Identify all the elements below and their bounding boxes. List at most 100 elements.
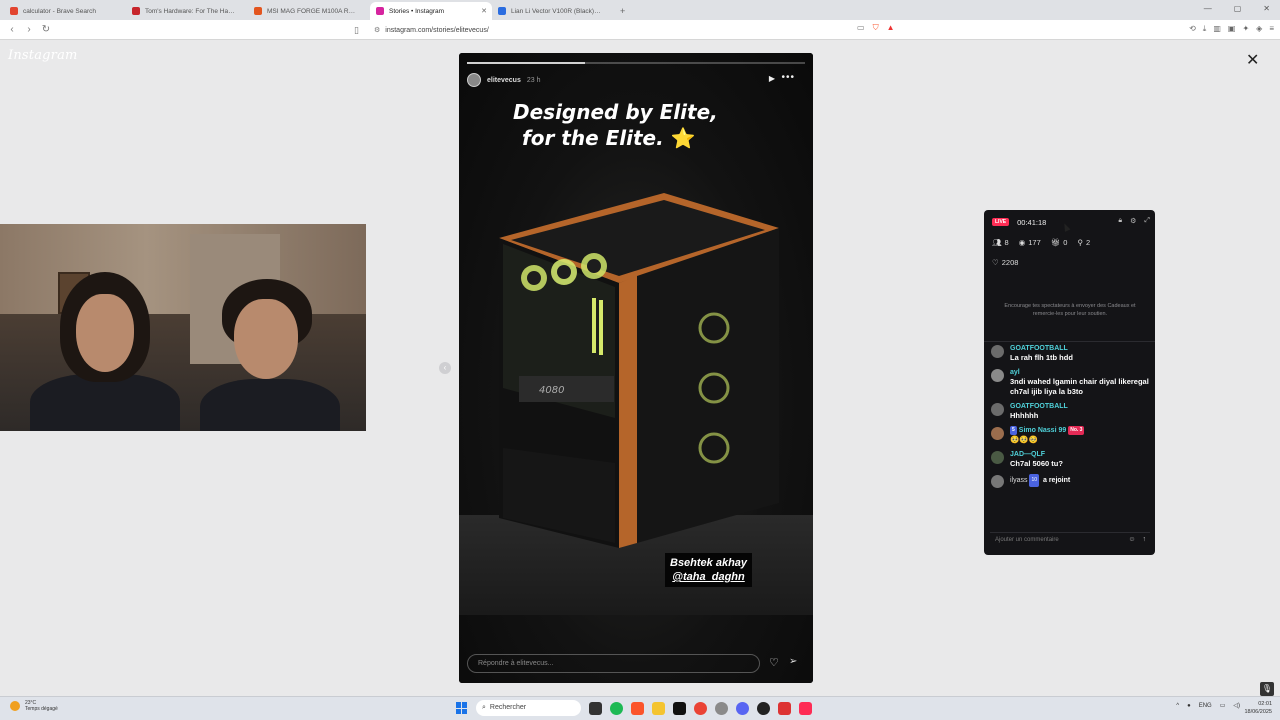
wallet-icon[interactable]: ▣ (1228, 24, 1236, 34)
leo-icon[interactable]: ✦ (1242, 24, 1249, 34)
rank-badge: No. 3 (1068, 426, 1085, 435)
network-icon[interactable]: ▭ (1220, 702, 1226, 709)
spotify-icon[interactable] (610, 701, 623, 715)
chat-username[interactable]: JAD—QLF (1010, 450, 1151, 459)
story-username[interactable]: elitevecus (487, 77, 521, 84)
obs-icon[interactable] (757, 701, 770, 715)
level-badge: 5 (1010, 426, 1017, 435)
avatar[interactable] (991, 475, 1004, 488)
chat-message: GOATFOOTBALL Hhhhhh (991, 402, 1151, 421)
sidebar-icon[interactable]: ▥ (1213, 24, 1221, 34)
chat-username[interactable]: GOATFOOTBALL (1010, 344, 1151, 353)
maximize-icon[interactable]: ▢ (1234, 4, 1242, 13)
download-icon[interactable]: ⤓ (1203, 24, 1207, 34)
reload-icon[interactable]: ↻ (39, 24, 53, 35)
tab-favicon-icon (254, 7, 262, 15)
brave-icon[interactable] (631, 701, 644, 715)
viewers-count: 8 (1004, 238, 1009, 247)
chat-username[interactable]: ayl (1010, 368, 1151, 377)
story-progress-fill (467, 62, 586, 64)
instagram-favicon-icon (376, 7, 384, 15)
back-icon[interactable]: ‹ (5, 24, 19, 35)
taskbar-search[interactable]: ⌕ Rechercher (476, 700, 581, 716)
chat-message: GOATFOOTBALL La rah flh 1tb hdd (991, 344, 1151, 363)
mic-tray-icon[interactable]: ● (1187, 703, 1191, 709)
emoji-icon[interactable]: ☺ (1128, 533, 1135, 547)
chat-username[interactable]: GOATFOOTBALL (1010, 402, 1151, 411)
like-heart-icon[interactable]: ♡ (769, 656, 779, 669)
instagram-logo[interactable]: Instagram (8, 48, 78, 63)
story-viewer[interactable]: elitevecus 23 h ▶ ••• Designed by Elite,… (459, 53, 813, 683)
tab-close-icon[interactable]: ✕ (481, 7, 487, 15)
language-indicator[interactable]: ENG (1199, 703, 1212, 709)
story-header: elitevecus 23 h ▶ ••• (467, 72, 805, 88)
story-caption: Bsehtek akhay @taha_daghn (665, 553, 753, 587)
volume-icon[interactable]: ◁) (1233, 702, 1240, 709)
settings-app-icon[interactable] (715, 701, 728, 715)
clock[interactable]: 02:01 18/06/2025 (1244, 700, 1272, 716)
browser-tab[interactable]: Lian Li Vector V100R (Black) Boîtier... (492, 2, 614, 20)
browser-tab[interactable]: MSI MAG FORGE M100A RGB Les M... (248, 2, 370, 20)
extensions-icon[interactable]: ⟲ (1189, 24, 1196, 34)
tiktok-icon[interactable] (799, 701, 812, 715)
tab-title: Stories • Instagram (389, 7, 445, 15)
avatar[interactable] (991, 403, 1004, 416)
likes-count: 2208 (1001, 258, 1019, 267)
reply-input[interactable]: Répondre à elitevecus... (467, 654, 760, 673)
browser-tab-active[interactable]: Stories • Instagram ✕ (370, 2, 492, 20)
gifts-stat: 🎁︎ 0 (1051, 238, 1068, 247)
lock-icon[interactable]: 🔒︎ (1118, 217, 1122, 225)
more-options-icon[interactable]: ••• (781, 72, 795, 83)
bookmark-icon[interactable]: ▯ (354, 25, 359, 36)
close-stories-icon[interactable]: ✕ (1246, 50, 1259, 70)
capcut-icon[interactable] (673, 701, 686, 715)
clock-time: 02:01 (1258, 701, 1272, 707)
brave-shield-icon[interactable]: ⛉ (873, 23, 879, 33)
live-badge: LIVE (992, 218, 1010, 226)
weather-widget[interactable]: 23°C Temps dégagé (10, 700, 58, 712)
chat-text: 🥺🥺🥺 (1010, 435, 1039, 444)
discord-icon[interactable] (736, 701, 749, 715)
live-comment-input[interactable]: Ajouter un commentaire ☺ ↑ (990, 532, 1150, 546)
chat-username[interactable]: Simo Nassi 99 (1019, 427, 1066, 434)
minimize-icon[interactable]: — (1204, 4, 1212, 13)
avatar[interactable] (991, 451, 1004, 464)
chevron-up-icon[interactable]: ^ (1176, 703, 1179, 709)
forward-icon[interactable]: › (22, 24, 36, 35)
brave-rewards-icon[interactable]: ▲ (887, 23, 895, 33)
settings-icon[interactable]: ⚙ (1130, 217, 1136, 225)
avatar[interactable] (991, 369, 1004, 382)
chat-message: 5 Simo Nassi 99 No. 3 🥺🥺🥺 (991, 426, 1151, 445)
avatar[interactable] (991, 345, 1004, 358)
new-tab-button[interactable]: + (620, 6, 625, 16)
media-app-icon[interactable] (778, 701, 791, 715)
vpn-icon[interactable]: ◈ (1256, 24, 1262, 34)
expand-icon[interactable]: ⤢ (1144, 217, 1150, 225)
join-username[interactable]: ilyass (1010, 477, 1028, 484)
pin-icon[interactable]: ↑ (1143, 533, 1147, 547)
close-window-icon[interactable]: ✕ (1263, 4, 1270, 13)
task-view-icon[interactable] (589, 701, 602, 715)
previous-story-icon[interactable]: ‹ (439, 362, 451, 374)
avatar[interactable] (991, 427, 1004, 440)
windows-start-icon[interactable] (456, 702, 468, 714)
cast-icon[interactable]: ▭ (857, 23, 865, 33)
search-label: Rechercher (489, 704, 527, 711)
headline-line-2: for the Elite. (522, 126, 664, 150)
chrome-icon[interactable] (694, 701, 707, 715)
site-info-icon[interactable]: ⚙ (374, 26, 380, 34)
menu-icon[interactable]: ≡ (1269, 24, 1274, 34)
gifts-count: 0 (1063, 238, 1068, 247)
play-icon[interactable]: ▶ (769, 74, 775, 83)
send-icon[interactable]: ➢ (789, 656, 797, 667)
live-stats: 👥︎ 8 ◉ 177 🎁︎ 0 ⚲ 2 (992, 238, 1090, 247)
caption-mention[interactable]: @taha_daghn (670, 570, 747, 584)
avatar[interactable] (467, 73, 481, 87)
file-explorer-icon[interactable] (652, 701, 665, 715)
browser-tab[interactable]: Tom's Hardware: For The Hardcore P... (126, 2, 248, 20)
url-field[interactable]: ⚙ instagram.com/stories/elitevecus/ (374, 23, 489, 37)
microphone-icon[interactable]: 🎙︎ (1260, 682, 1274, 696)
browser-tab[interactable]: calculator - Brave Search (4, 2, 126, 20)
svg-text:4080: 4080 (539, 385, 564, 396)
tab-title: calculator - Brave Search (23, 7, 96, 15)
